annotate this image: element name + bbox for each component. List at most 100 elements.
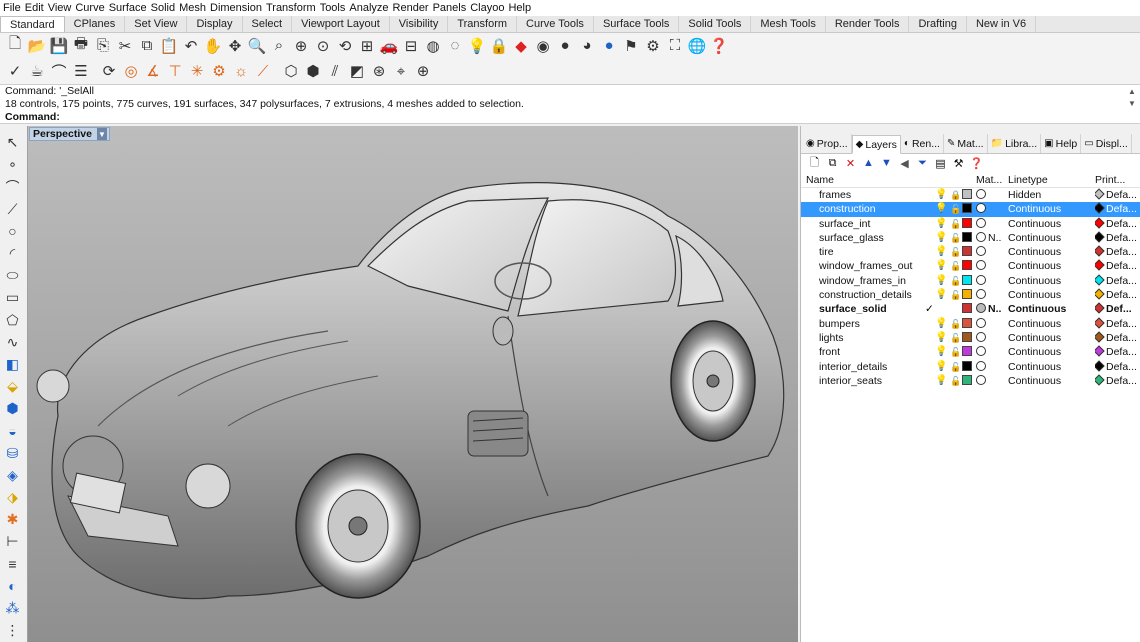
angle-icon[interactable]: ∡ bbox=[142, 60, 164, 82]
gear-icon[interactable]: ⚙ bbox=[208, 60, 230, 82]
layer-name[interactable]: construction bbox=[819, 202, 929, 216]
layer-color-swatch[interactable] bbox=[962, 317, 973, 331]
layer-material[interactable] bbox=[976, 217, 1002, 231]
box-icon[interactable]: ⬢ bbox=[302, 60, 324, 82]
layer-row[interactable]: surface_solid✓ N... Continuous Def... bbox=[801, 302, 1140, 316]
layer-row[interactable]: bumpers 💡 🔓 Continuous Defa... bbox=[801, 317, 1140, 331]
menu-clayoo[interactable]: Clayoo bbox=[470, 0, 508, 16]
layer-linetype[interactable]: Continuous bbox=[1008, 288, 1088, 302]
layer-states-icon[interactable]: ▤ bbox=[933, 156, 948, 171]
settings-gears-icon[interactable]: ⚙ bbox=[642, 35, 664, 57]
sphere-icon[interactable]: ⊛ bbox=[368, 60, 390, 82]
layer-name[interactable]: surface_solid bbox=[819, 302, 929, 316]
toolbar-tab-surface-tools[interactable]: Surface Tools bbox=[594, 16, 680, 32]
zoom-icon[interactable]: 🔍 bbox=[246, 35, 268, 57]
perspective-viewport[interactable]: Perspective ▼ bbox=[27, 126, 798, 642]
layer-linetype[interactable]: Continuous bbox=[1008, 345, 1088, 359]
layer-linetype[interactable]: Continuous bbox=[1008, 202, 1088, 216]
layer-material[interactable]: N... bbox=[976, 302, 1002, 316]
layer-visibility-bulb-icon[interactable]: 💡 bbox=[935, 188, 945, 202]
menu-tools[interactable]: Tools bbox=[320, 0, 350, 16]
layer-color-swatch[interactable] bbox=[962, 202, 973, 216]
layer-visibility-bulb-icon[interactable]: 💡 bbox=[935, 374, 945, 388]
layer-print-color[interactable]: Defa... bbox=[1095, 317, 1140, 331]
menu-solid[interactable]: Solid bbox=[151, 0, 179, 16]
move-view-icon[interactable]: ✥ bbox=[224, 35, 246, 57]
layer-unlocked-icon[interactable]: 🔓 bbox=[950, 245, 961, 259]
render-sphere-icon[interactable]: ● bbox=[598, 35, 620, 57]
toolbar-tab-render-tools[interactable]: Render Tools bbox=[826, 16, 910, 32]
viewport-menu-arrow-icon[interactable]: ▼ bbox=[96, 128, 107, 140]
lock-icon[interactable]: 🔒 bbox=[488, 35, 510, 57]
layer-name[interactable]: lights bbox=[819, 331, 929, 345]
rectangle-icon[interactable]: ▭ bbox=[2, 287, 24, 308]
layer-name[interactable]: window_frames_out bbox=[819, 259, 929, 273]
layer-material[interactable] bbox=[976, 188, 1002, 202]
layer-visibility-bulb-icon[interactable]: 💡 bbox=[935, 288, 945, 302]
layer-color-swatch[interactable] bbox=[962, 259, 973, 273]
panel-tab-libra[interactable]: 📁 Libra... bbox=[988, 134, 1042, 153]
column-header-name[interactable]: Name bbox=[806, 172, 916, 188]
layer-row[interactable]: interior_details 💡 🔓 Continuous Defa... bbox=[801, 359, 1140, 374]
layer-print-color[interactable]: Defa... bbox=[1095, 288, 1140, 302]
toolbar-tab-standard[interactable]: Standard bbox=[0, 16, 65, 32]
tangent-icon[interactable]: ⊤ bbox=[164, 60, 186, 82]
layer-row[interactable]: tire 💡 🔓 Continuous Defa... bbox=[801, 245, 1140, 259]
clipboard-icon[interactable]: ☰ bbox=[70, 60, 92, 82]
panel-tab-mat[interactable]: ✎ Mat... bbox=[944, 134, 988, 153]
layer-row[interactable]: window_frames_in 💡 🔓 Continuous Defa... bbox=[801, 274, 1140, 288]
menu-view[interactable]: View bbox=[48, 0, 76, 16]
toolbar-tab-curve-tools[interactable]: Curve Tools bbox=[517, 16, 594, 32]
rendered-sphere-icon[interactable]: ◕ bbox=[576, 35, 598, 57]
layer-print-color[interactable]: Defa... bbox=[1095, 259, 1140, 273]
panel-tab-help[interactable]: ▣ Help bbox=[1041, 134, 1082, 153]
polyline-icon[interactable]: ⟋ bbox=[2, 199, 24, 220]
layer-color-swatch[interactable] bbox=[962, 331, 973, 345]
polygon-icon[interactable]: ⬠ bbox=[2, 309, 24, 330]
check-icon[interactable]: ✓ bbox=[4, 60, 26, 82]
point-icon[interactable]: ∘ bbox=[2, 154, 24, 175]
layer-print-color[interactable]: Defa... bbox=[1095, 345, 1140, 359]
layer-name[interactable]: construction_details bbox=[819, 288, 929, 302]
layer-row[interactable]: interior_seats 💡 🔓 Continuous Defa... bbox=[801, 374, 1140, 388]
blend-icon[interactable]: ⌒ bbox=[48, 60, 70, 82]
toolbar-tab-new-in-v6[interactable]: New in V6 bbox=[967, 16, 1037, 32]
layer-print-color[interactable]: Defa... bbox=[1095, 188, 1140, 202]
layer-row[interactable]: window_frames_out 💡 🔓 Continuous Defa... bbox=[801, 259, 1140, 273]
web-globe-icon[interactable]: 🌐 bbox=[686, 35, 708, 57]
menu-transform[interactable]: Transform bbox=[266, 0, 320, 16]
command-input[interactable] bbox=[59, 111, 1120, 123]
layer-locked-icon[interactable]: 🔒 bbox=[950, 188, 961, 202]
pan-icon[interactable]: ✋ bbox=[202, 35, 224, 57]
layer-name[interactable]: interior_seats bbox=[819, 374, 929, 388]
toolbar-tab-display[interactable]: Display bbox=[187, 16, 243, 32]
layer-print-color[interactable]: Defa... bbox=[1095, 359, 1140, 374]
arc-icon[interactable]: ◜ bbox=[2, 243, 24, 264]
rotate-view-icon[interactable]: ⟲ bbox=[334, 35, 356, 57]
help-icon[interactable]: ❓ bbox=[708, 35, 730, 57]
solid-box-icon[interactable]: ⬢ bbox=[2, 398, 24, 419]
menu-analyze[interactable]: Analyze bbox=[349, 0, 392, 16]
print-icon[interactable]: 🖶 bbox=[70, 35, 92, 57]
layer-row[interactable]: front 💡 🔓 Continuous Defa... bbox=[801, 345, 1140, 359]
layer-name[interactable]: front bbox=[819, 345, 929, 359]
layer-linetype[interactable]: Hidden bbox=[1008, 188, 1088, 202]
paste-icon[interactable]: 📋 bbox=[158, 35, 180, 57]
cplane-icon[interactable]: ⊟ bbox=[400, 35, 422, 57]
dimension-icon[interactable]: ⊢ bbox=[2, 531, 24, 552]
layer-help-icon[interactable]: ❓ bbox=[969, 156, 984, 171]
layer-unlocked-icon[interactable]: 🔓 bbox=[950, 202, 961, 216]
menu-dimension[interactable]: Dimension bbox=[210, 0, 266, 16]
layer-visibility-bulb-icon[interactable]: 💡 bbox=[935, 231, 945, 245]
layer-unlocked-icon[interactable]: 🔓 bbox=[950, 331, 961, 345]
curve-icon[interactable]: ⌒ bbox=[2, 176, 24, 197]
layer-linetype[interactable]: Continuous bbox=[1008, 302, 1088, 316]
ruler-icon[interactable]: ⟋ bbox=[252, 60, 274, 82]
move-to-parent-icon[interactable]: ◀ bbox=[897, 156, 912, 171]
layer-print-color[interactable]: Defa... bbox=[1095, 231, 1140, 245]
layer-row[interactable]: construction_details 💡 🔓 Continuous Defa... bbox=[801, 288, 1140, 302]
toolbar-tab-select[interactable]: Select bbox=[243, 16, 293, 32]
layer-material[interactable] bbox=[976, 202, 1002, 216]
layer-visibility-bulb-icon[interactable]: 💡 bbox=[935, 245, 945, 259]
open-file-icon[interactable]: 📂 bbox=[26, 35, 48, 57]
